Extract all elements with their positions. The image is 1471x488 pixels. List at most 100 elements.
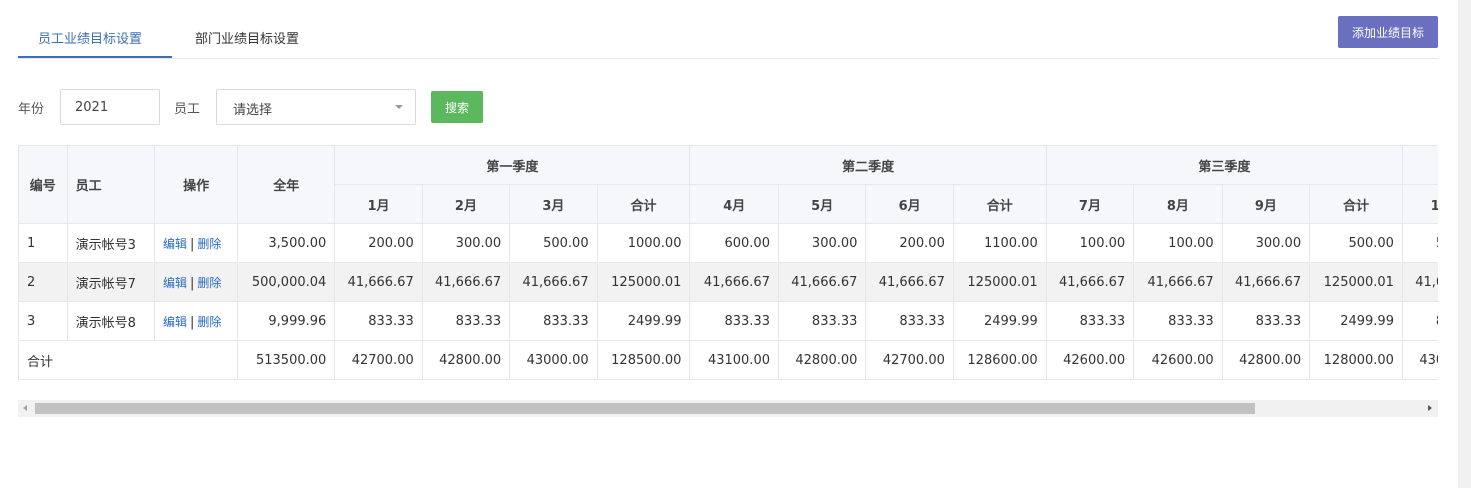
tab-employee-targets[interactable]: 员工业绩目标设置	[38, 28, 142, 47]
header-month: 5月	[777, 184, 867, 224]
cell-value: 125000.01	[596, 262, 691, 302]
filter-bar: 年份 员工 请选择 搜索	[18, 89, 618, 125]
header-month: 9月	[1221, 184, 1311, 224]
search-button[interactable]: 搜索	[431, 91, 483, 123]
cell-value: 300.00	[777, 223, 867, 263]
cell-value: 833.33	[421, 301, 511, 341]
triangle-left-icon	[23, 405, 27, 411]
scroll-thumb[interactable]	[35, 403, 1255, 414]
total-value: 42600.00	[1133, 340, 1223, 380]
cell-ops: 编辑 | 删除	[154, 223, 239, 263]
cell-value: 41,666.67	[1221, 262, 1311, 302]
total-value: 42800.00	[777, 340, 867, 380]
cell-value: 200.00	[865, 223, 954, 263]
targets-table-container: 编号 员工 操作 全年 第一季度 第二季度 第三季度 1月 2月 3月 合计 4月 5月 6…	[18, 145, 1438, 380]
edit-link[interactable]: 编辑	[163, 237, 187, 251]
horizontal-scrollbar[interactable]	[18, 400, 1438, 417]
cell-employee: 演示帐号3	[66, 223, 156, 263]
employee-select-placeholder: 请选择	[233, 103, 273, 118]
total-value: 42800.00	[421, 340, 511, 380]
total-value: 128000.00	[1309, 340, 1403, 380]
delete-link[interactable]: 删除	[197, 276, 221, 290]
cell-value: 500.00	[509, 223, 598, 263]
cell-value: 833.33	[509, 301, 598, 341]
tab-department-targets[interactable]: 部门业绩目标设置	[195, 28, 299, 47]
year-label: 年份	[18, 102, 45, 117]
header-month: 合计	[596, 184, 691, 224]
header-month: 3月	[509, 184, 598, 224]
cell-value: 41,666.67	[1045, 262, 1135, 302]
cell-value: 2499.99	[952, 301, 1047, 341]
table-row: 1 演示帐号3 编辑 | 删除 3,500.00 200.00 300.00 500.00 100…	[18, 223, 1438, 263]
tab-bar: 员工业绩目标设置 部门业绩目标设置 添加业绩目标	[18, 14, 1438, 59]
cell-full-year: 9,999.96	[237, 301, 336, 341]
employee-label: 员工	[174, 102, 201, 117]
employee-select[interactable]: 请选择	[216, 89, 416, 125]
header-month: 7月	[1045, 184, 1135, 224]
cell-value: 833.33	[334, 301, 423, 341]
edit-link[interactable]: 编辑	[163, 276, 187, 290]
total-row: 合计 513500.00 42700.00 42800.00 43000.00 12850…	[18, 340, 1438, 380]
header-month: 合计	[952, 184, 1047, 224]
table-body: 1 演示帐号3 编辑 | 删除 3,500.00 200.00 300.00 500.00 100…	[18, 223, 1438, 380]
triangle-right-icon	[1428, 405, 1432, 411]
delete-link[interactable]: 删除	[197, 237, 221, 251]
scroll-right-button[interactable]	[1422, 400, 1438, 417]
cell-value: 200.00	[334, 223, 423, 263]
cell-value: 125000.01	[952, 262, 1047, 302]
total-value: 42700.00	[334, 340, 423, 380]
page-vertical-scrollbar[interactable]	[1458, 0, 1471, 488]
total-label: 合计	[18, 340, 239, 380]
header-month: 2月	[421, 184, 511, 224]
cell-value: 41,666.67	[1133, 262, 1223, 302]
total-value: 43100.00	[689, 340, 779, 380]
add-target-button[interactable]: 添加业绩目标	[1338, 16, 1438, 48]
cell-value: 41,666.67	[421, 262, 511, 302]
header-month: 10月	[1401, 184, 1438, 224]
table-row: 2 演示帐号7 编辑 | 删除 500,000.04 41,666.67 41,666.67 4…	[18, 262, 1438, 302]
cell-value: 833.33	[689, 301, 779, 341]
cell-id: 1	[18, 223, 68, 263]
total-full-year: 513500.00	[237, 340, 336, 380]
cell-value: 500.00	[1309, 223, 1403, 263]
total-value: 42800.00	[1221, 340, 1311, 380]
cell-value: 2499.99	[1309, 301, 1403, 341]
cell-value: 600.00	[689, 223, 779, 263]
cell-ops: 编辑 | 删除	[154, 262, 239, 302]
chevron-down-icon	[395, 105, 403, 109]
cell-value: 41,666.67	[777, 262, 867, 302]
total-value: 128600.00	[952, 340, 1047, 380]
cell-id: 3	[18, 301, 68, 341]
total-value: 42700.00	[865, 340, 954, 380]
cell-value: 833.33	[1133, 301, 1223, 341]
ops-separator: |	[190, 236, 195, 252]
active-tab-indicator	[18, 56, 172, 58]
cell-value: 833.33	[1401, 301, 1438, 341]
cell-value: 41,666.67	[334, 262, 423, 302]
cell-value: 833.33	[777, 301, 867, 341]
ops-separator: |	[190, 275, 195, 291]
cell-full-year: 3,500.00	[237, 223, 336, 263]
cell-value: 41,666.67	[689, 262, 779, 302]
cell-value: 100.00	[1133, 223, 1223, 263]
header-employee: 员工	[66, 145, 156, 224]
cell-value: 300.00	[1221, 223, 1311, 263]
header-quarter-2: 第二季度	[689, 145, 1047, 185]
edit-link[interactable]: 编辑	[163, 315, 187, 329]
header-month: 4月	[689, 184, 779, 224]
cell-employee: 演示帐号7	[66, 262, 156, 302]
delete-link[interactable]: 删除	[197, 315, 221, 329]
scroll-left-button[interactable]	[18, 400, 34, 417]
cell-value: 833.33	[1045, 301, 1135, 341]
year-input[interactable]	[60, 89, 160, 125]
header-month: 8月	[1133, 184, 1223, 224]
cell-value: 300.00	[421, 223, 511, 263]
cell-id: 2	[18, 262, 68, 302]
header-id: 编号	[18, 145, 68, 224]
cell-value: 833.33	[865, 301, 954, 341]
targets-table: 编号 员工 操作 全年 第一季度 第二季度 第三季度 1月 2月 3月 合计 4月 5月 6…	[18, 145, 1438, 380]
header-ops: 操作	[154, 145, 239, 224]
cell-value: 41,666.67	[865, 262, 954, 302]
header-quarter-3: 第三季度	[1045, 145, 1403, 185]
total-value: 128500.00	[596, 340, 691, 380]
